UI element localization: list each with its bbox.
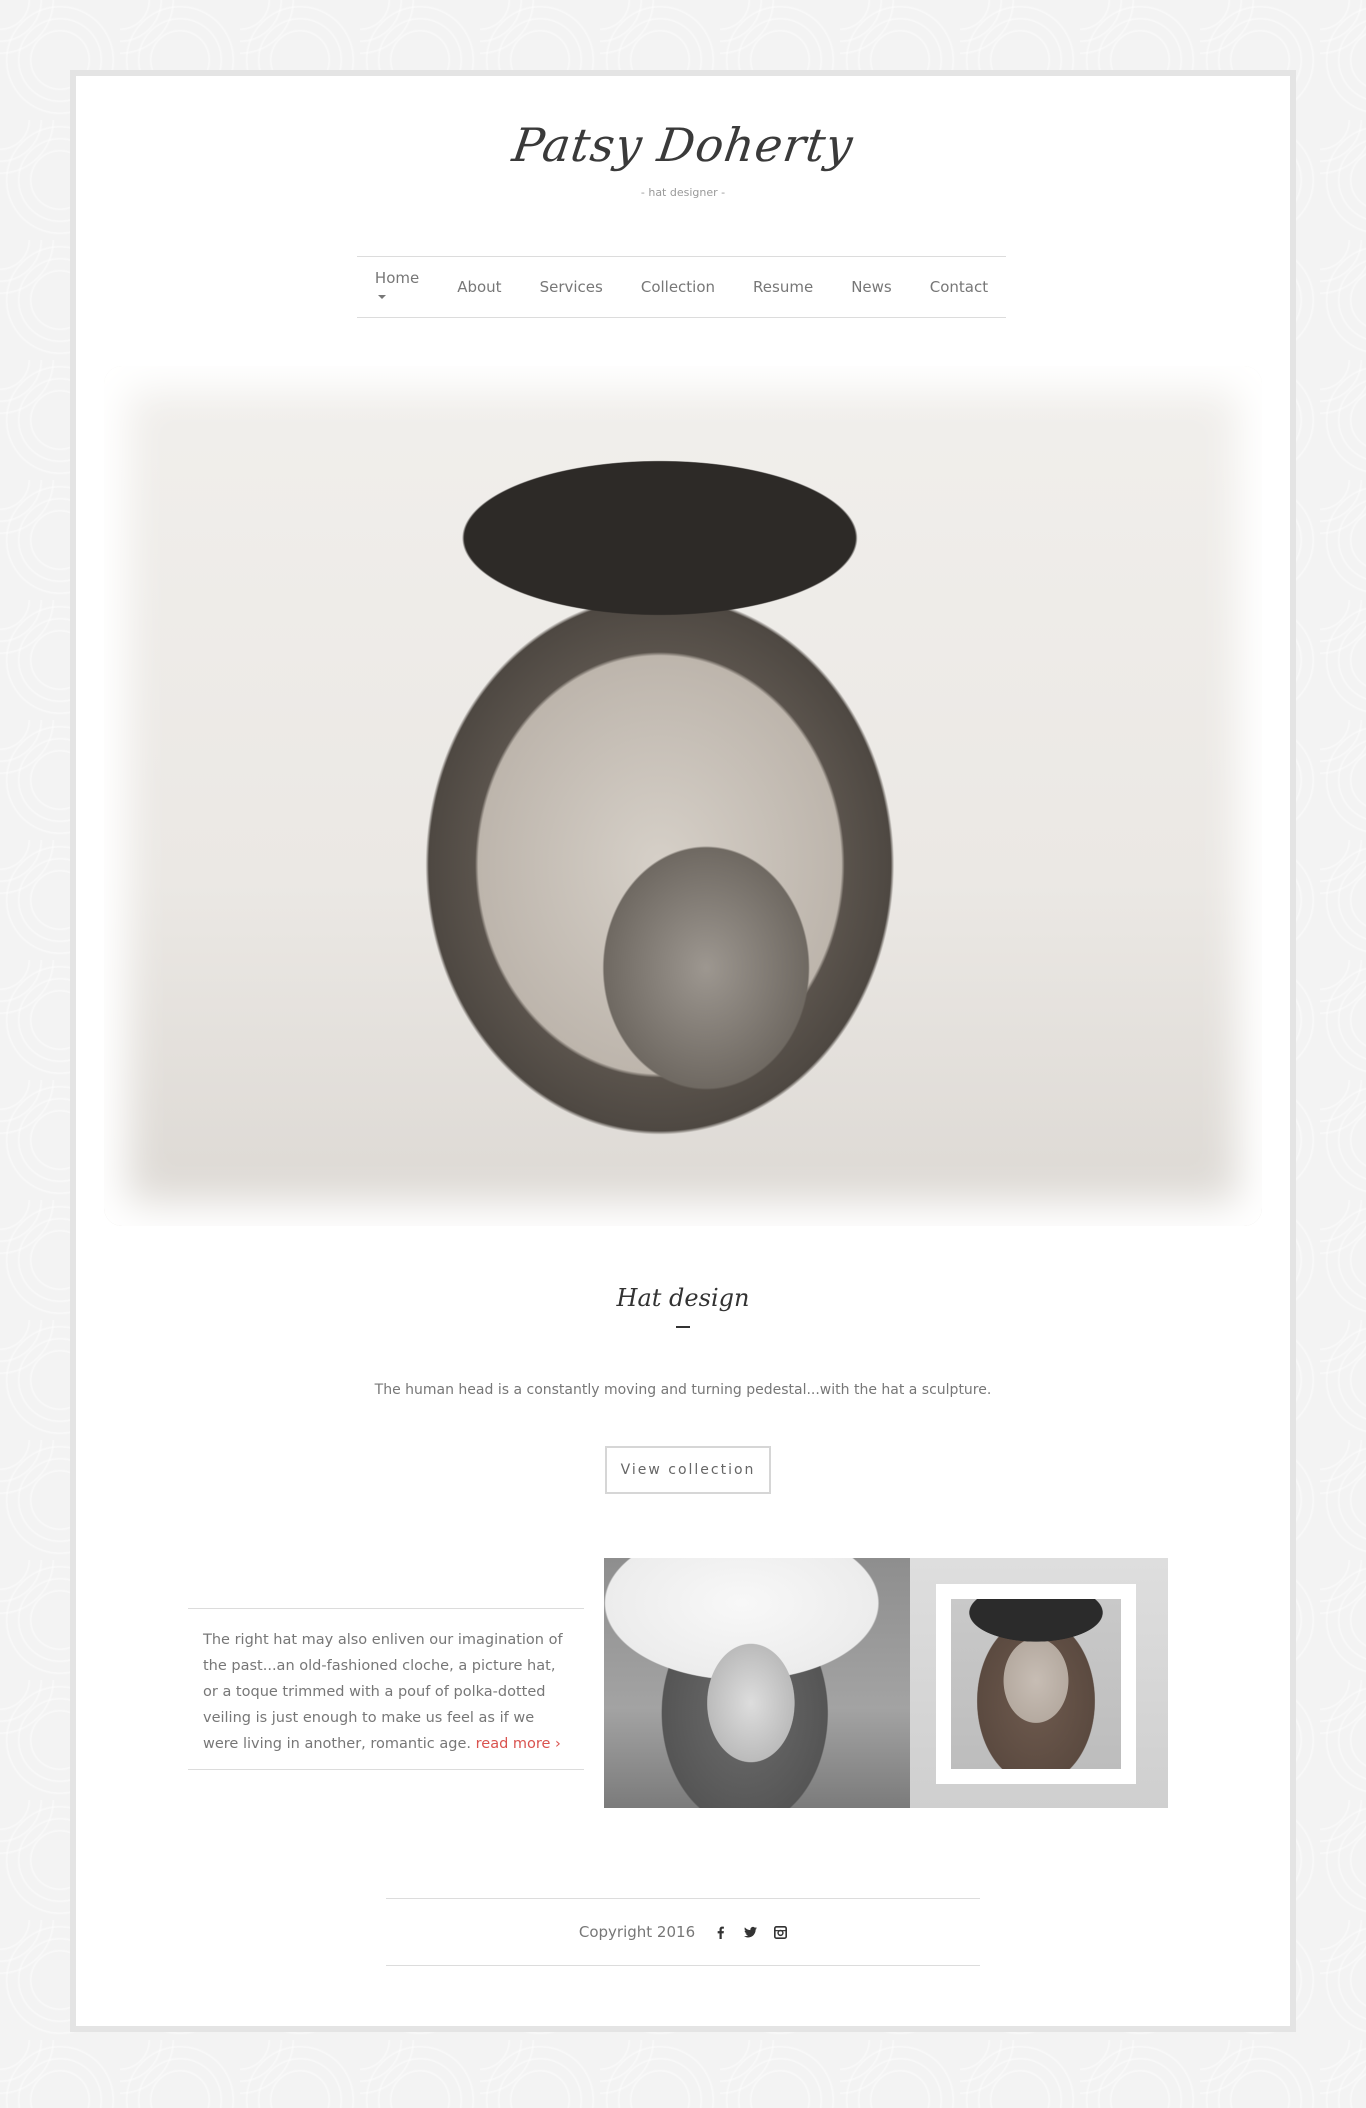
section-title: Hat design xyxy=(616,1284,750,1312)
nav-item-resume[interactable]: Resume xyxy=(734,278,832,296)
social-links xyxy=(713,1925,787,1939)
site-tagline: - hat designer - xyxy=(640,186,726,199)
caret-down-icon xyxy=(377,294,386,299)
nav-item-services[interactable]: Services xyxy=(521,278,622,296)
beret-portrait xyxy=(951,1599,1121,1769)
facebook-icon[interactable] xyxy=(713,1925,727,1939)
feature-text: The right hat may also enliven our imagi… xyxy=(203,1632,563,1752)
page-frame: Patsy Doherty - hat designer - Home Abou… xyxy=(70,70,1296,2032)
read-more-link[interactable]: read more › xyxy=(476,1736,561,1752)
brand: Patsy Doherty - hat designer - xyxy=(76,118,1290,199)
copyright-text: Copyright 2016 xyxy=(578,1923,696,1941)
instagram-icon[interactable] xyxy=(773,1925,787,1939)
nav-item-home[interactable]: Home xyxy=(356,269,438,305)
main-nav: Home About Services Collection Resume Ne… xyxy=(357,256,1006,318)
nav-item-contact[interactable]: Contact xyxy=(911,278,1007,296)
gallery-photo-beret xyxy=(910,1558,1168,1808)
site-logo[interactable]: Patsy Doherty xyxy=(72,118,1294,172)
feature-gallery xyxy=(604,1558,1168,1808)
gallery-photo-wide-brim-hat xyxy=(604,1558,910,1808)
nav-item-collection[interactable]: Collection xyxy=(622,278,734,296)
title-divider xyxy=(676,1326,690,1328)
feature-excerpt: The right hat may also enliven our imagi… xyxy=(188,1608,584,1770)
nav-item-about[interactable]: About xyxy=(438,278,520,296)
footer: Copyright 2016 xyxy=(386,1898,980,1966)
nav-item-label: Home xyxy=(374,269,420,287)
twitter-icon[interactable] xyxy=(743,1925,757,1939)
view-collection-button[interactable]: View collection xyxy=(605,1446,771,1494)
photo-frame xyxy=(936,1584,1136,1784)
nav-item-news[interactable]: News xyxy=(832,278,911,296)
intro-text: The human head is a constantly moving an… xyxy=(374,1382,992,1398)
hero-image xyxy=(104,366,1262,1226)
